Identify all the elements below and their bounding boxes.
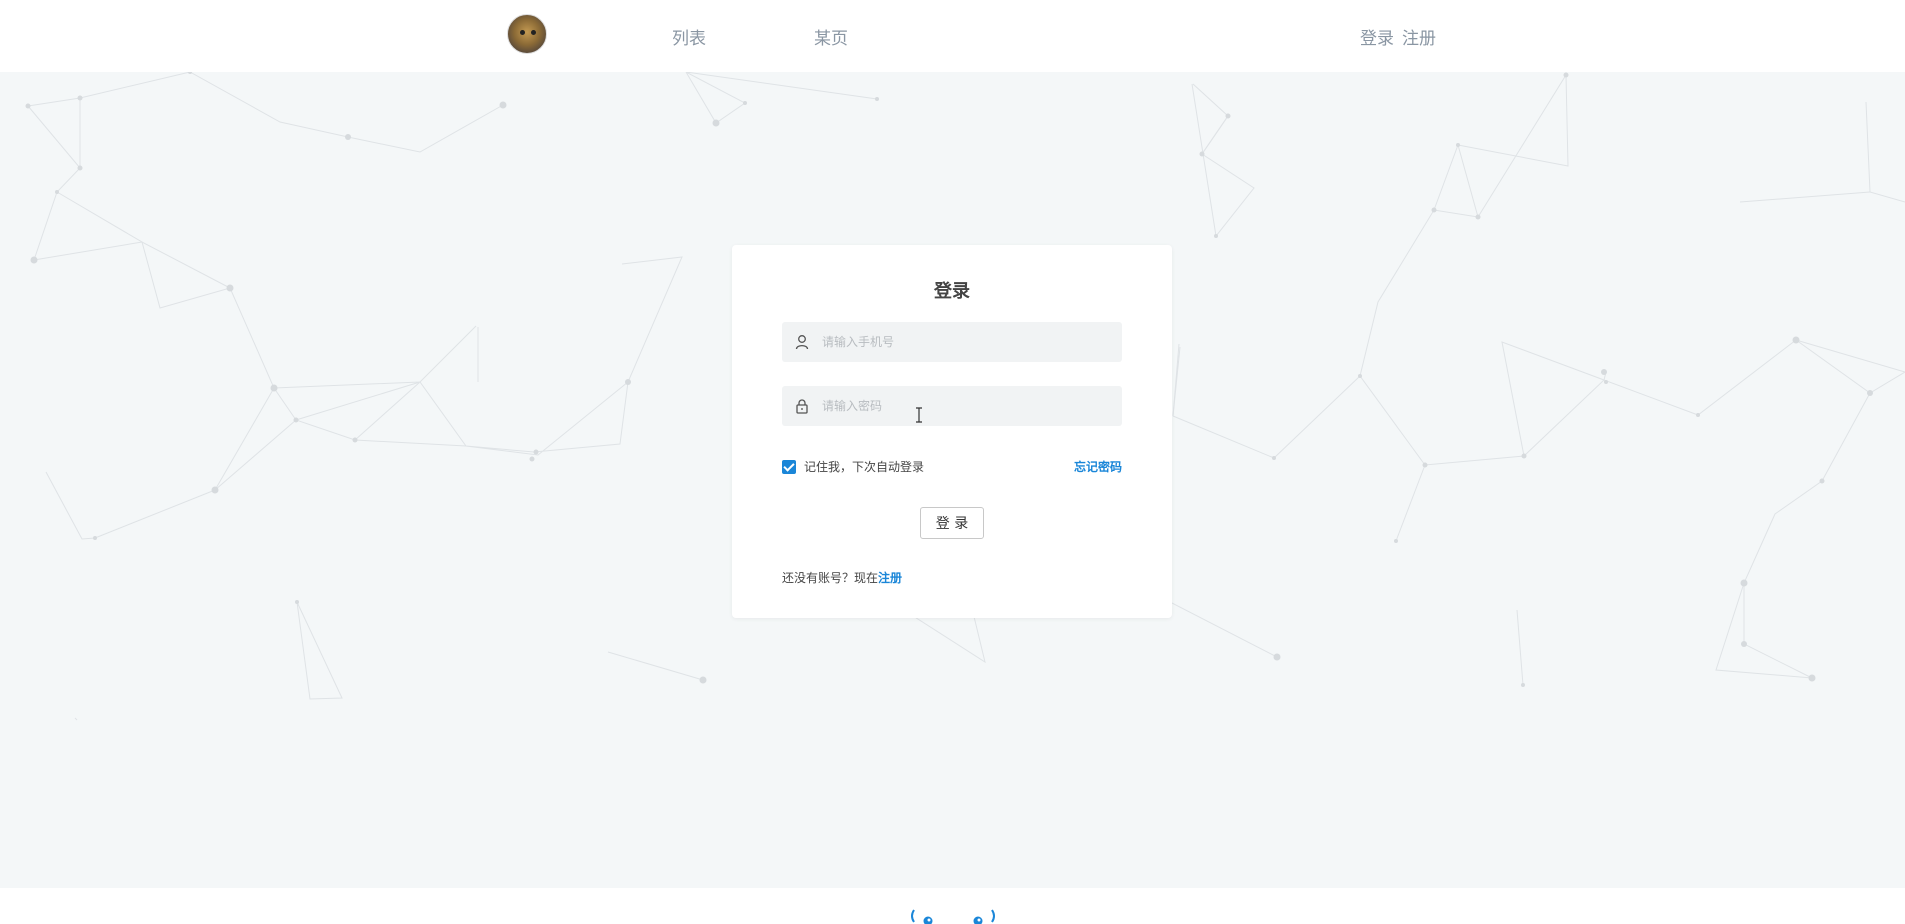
login-button[interactable]: 登 录	[920, 507, 984, 539]
footer-mascot-icon	[911, 909, 995, 924]
remember-me[interactable]: 记住我，下次自动登录	[782, 458, 924, 475]
remember-label: 记住我，下次自动登录	[804, 460, 925, 474]
avatar-eye-icon	[531, 30, 536, 35]
nav-register-link[interactable]: 注册	[1402, 24, 1436, 49]
register-link[interactable]: 注册	[878, 571, 902, 585]
avatar-eye-icon	[520, 30, 525, 35]
nav-link-page[interactable]: 某页	[814, 24, 848, 49]
remember-checkbox[interactable]	[782, 459, 796, 474]
forgot-password-link[interactable]: 忘记密码	[1074, 458, 1122, 475]
password-field[interactable]	[782, 386, 1122, 426]
no-account-text: 还没有账号？现在	[782, 571, 879, 585]
phone-input[interactable]	[822, 322, 1112, 362]
password-input[interactable]	[822, 386, 1112, 426]
avatar[interactable]	[507, 14, 547, 54]
top-nav: 列表 某页 登录 注册	[0, 0, 1905, 72]
text-cursor-icon	[916, 407, 922, 423]
nav-link-list[interactable]: 列表	[672, 24, 706, 49]
login-card: 登录 记住我，下次自动登录 忘记密码 登 录 还没有账号？现在注册	[732, 245, 1172, 618]
login-title: 登录	[934, 281, 970, 302]
lock-icon	[796, 399, 808, 414]
user-icon	[795, 335, 809, 350]
nav-login-link[interactable]: 登录	[1360, 24, 1394, 49]
register-prompt: 还没有账号？现在注册	[782, 569, 902, 586]
phone-field[interactable]	[782, 322, 1122, 362]
